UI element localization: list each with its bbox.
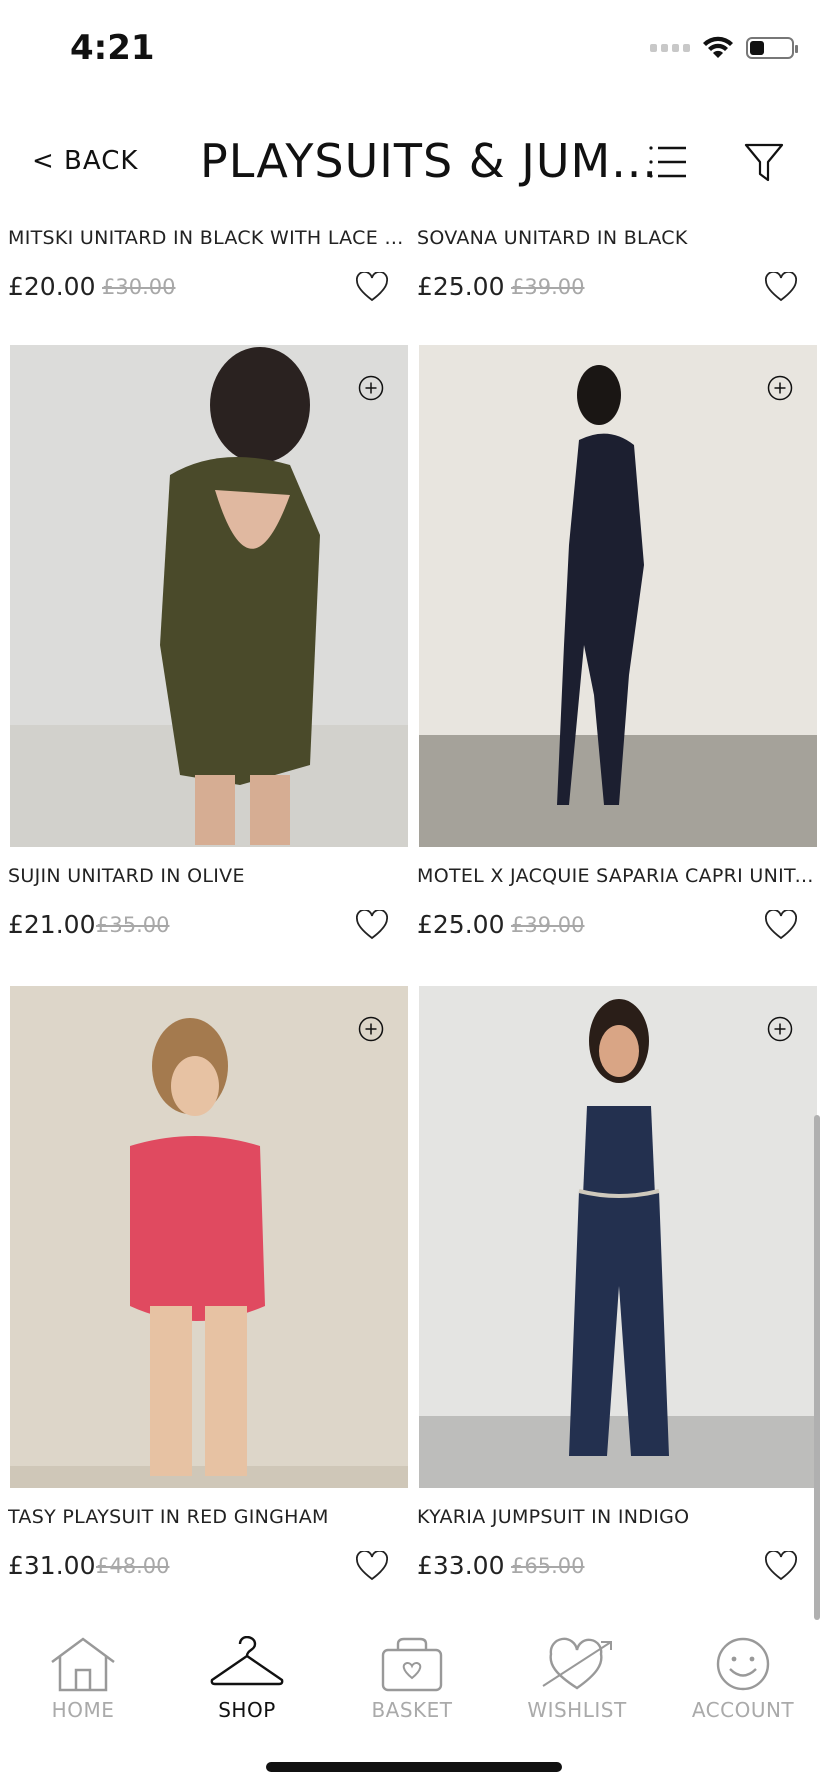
product-was-price: £30.00 <box>102 275 176 299</box>
tab-wishlist[interactable]: WISHLIST <box>502 1620 652 1722</box>
status-icons <box>650 36 798 60</box>
tab-label: ACCOUNT <box>691 1698 795 1722</box>
page-title: PLAYSUITS & JUM... <box>200 134 659 188</box>
navigation-bar: < BACK PLAYSUITS & JUM... <box>0 130 828 200</box>
wishlist-heart-icon[interactable] <box>356 272 388 302</box>
smiley-icon <box>716 1637 770 1691</box>
back-button[interactable]: < BACK <box>32 146 138 176</box>
heart-arrow-icon <box>542 1637 612 1690</box>
wishlist-heart-icon[interactable] <box>765 910 797 940</box>
product-image[interactable] <box>10 986 408 1488</box>
cellular-signal-icon <box>650 44 690 52</box>
product-was-price: £35.00 <box>96 913 170 937</box>
product-price: £21.00 <box>8 910 96 939</box>
hanger-icon <box>210 1636 284 1686</box>
product-was-price: £65.00 <box>511 1554 585 1578</box>
product-name[interactable]: TASY PLAYSUIT IN RED GINGHAM <box>8 1506 406 1528</box>
quick-add-icon[interactable] <box>358 375 384 401</box>
tab-label: HOME <box>51 1698 115 1722</box>
tab-label: WISHLIST <box>527 1698 627 1722</box>
tab-shop[interactable]: SHOP <box>172 1620 322 1722</box>
filter-icon[interactable] <box>744 142 784 184</box>
battery-icon <box>746 37 798 59</box>
tab-account[interactable]: ACCOUNT <box>668 1620 818 1722</box>
quick-add-icon[interactable] <box>767 1016 793 1042</box>
tab-home[interactable]: HOME <box>8 1620 158 1722</box>
tab-label: BASKET <box>371 1698 453 1722</box>
status-time: 4:21 <box>70 28 155 68</box>
product-price: £25.00 <box>417 272 505 301</box>
product-price: £33.00 <box>417 1551 505 1580</box>
tab-bar: HOME SHOP BASKET WISHLIST ACCOUNT <box>0 1620 828 1730</box>
wishlist-heart-icon[interactable] <box>356 1551 388 1581</box>
product-was-price: £39.00 <box>511 275 585 299</box>
wishlist-heart-icon[interactable] <box>765 272 797 302</box>
home-indicator <box>266 1762 562 1772</box>
list-view-icon[interactable] <box>648 142 688 182</box>
product-was-price: £48.00 <box>96 1554 170 1578</box>
tab-label: SHOP <box>218 1698 276 1722</box>
wishlist-heart-icon[interactable] <box>765 1551 797 1581</box>
product-image[interactable] <box>419 345 817 847</box>
wishlist-heart-icon[interactable] <box>356 910 388 940</box>
product-name[interactable]: MOTEL X JACQUIE SAPARIA CAPRI UNITA... <box>417 865 815 887</box>
product-name[interactable]: SUJIN UNITARD IN OLIVE <box>8 865 406 887</box>
product-price: £25.00 <box>417 910 505 939</box>
product-image[interactable] <box>10 345 408 847</box>
product-name[interactable]: MITSKI UNITARD IN BLACK WITH LACE TR... <box>8 227 406 249</box>
wifi-icon <box>703 36 733 58</box>
product-image[interactable] <box>419 986 817 1488</box>
product-name[interactable]: KYARIA JUMPSUIT IN INDIGO <box>417 1506 815 1528</box>
home-icon <box>51 1637 115 1692</box>
basket-icon <box>381 1637 443 1692</box>
quick-add-icon[interactable] <box>767 375 793 401</box>
product-price: £20.00 <box>8 272 96 301</box>
quick-add-icon[interactable] <box>358 1016 384 1042</box>
product-was-price: £39.00 <box>511 913 585 937</box>
scrollbar[interactable] <box>814 1115 820 1620</box>
product-name[interactable]: SOVANA UNITARD IN BLACK <box>417 227 815 249</box>
product-price: £31.00 <box>8 1551 96 1580</box>
tab-basket[interactable]: BASKET <box>337 1620 487 1722</box>
